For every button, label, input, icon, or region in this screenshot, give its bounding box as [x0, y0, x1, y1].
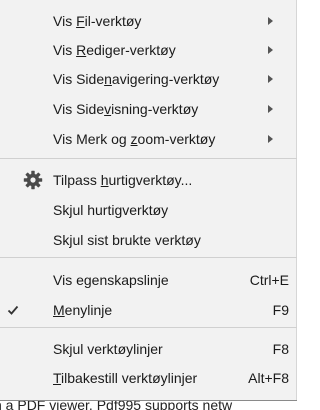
menu-item-show-properties-bar[interactable]: Vis egenskapslinje Ctrl+E — [0, 265, 297, 294]
submenu-arrow-icon — [268, 45, 273, 54]
gear-icon — [22, 169, 44, 191]
menu-item-label: Vis egenskapslinje — [53, 271, 169, 288]
menu-item-menu-bar[interactable]: Menylinje F9 — [0, 295, 297, 324]
menu-item-show-edit-tools[interactable]: Vis Rediger-verktøy — [0, 35, 297, 64]
shortcut-label: Alt+F8 — [248, 369, 289, 386]
menu-item-label: Vis Sidevisning-verktøy — [53, 100, 199, 117]
shortcut-label: Ctrl+E — [249, 271, 289, 288]
menu-item-label: Vis Rediger-verktøy — [53, 41, 176, 58]
menu-item-label: Vis Sidenavigering-verktøy — [53, 70, 220, 87]
menu-separator — [0, 327, 297, 328]
menu-item-label: Tilbakestill verktøylinjer — [53, 369, 198, 386]
menu-item-label: Vis Merk og zoom-verktøy — [53, 130, 216, 147]
toolbar-context-menu: Vis Fil-verktøy Vis Rediger-verktøy Vis … — [0, 0, 297, 401]
menu-item-hide-recent-tools[interactable]: Skjul sist brukte verktøy — [0, 225, 297, 254]
menu-item-show-file-tools[interactable]: Vis Fil-verktøy — [0, 6, 297, 35]
menu-item-reset-toolbars[interactable]: Tilbakestill verktøylinjer Alt+F8 — [0, 363, 297, 392]
menu-item-hide-quick-tools[interactable]: Skjul hurtigverktøy — [0, 195, 297, 224]
menu-item-show-page-display-tools[interactable]: Vis Sidevisning-verktøy — [0, 94, 297, 123]
checkmark-icon — [2, 299, 24, 321]
menu-item-label: Menylinje — [53, 301, 113, 318]
submenu-arrow-icon — [268, 16, 273, 25]
shortcut-label: F8 — [272, 340, 289, 357]
menu-item-customize-quick-tools[interactable]: Tilpass hurtigverktøy... — [0, 165, 297, 194]
submenu-arrow-icon — [268, 74, 273, 83]
menu-item-hide-toolbars[interactable]: Skjul verktøylinjer F8 — [0, 334, 297, 363]
menu-separator — [0, 158, 297, 159]
menu-item-label: Skjul sist brukte verktøy — [53, 231, 201, 248]
menu-item-label: Tilpass hurtigverktøy... — [53, 171, 193, 188]
menu-item-show-select-zoom-tools[interactable]: Vis Merk og zoom-verktøy — [0, 124, 297, 153]
shortcut-label: F9 — [272, 301, 289, 318]
submenu-arrow-icon — [268, 134, 273, 143]
menu-item-label: Skjul hurtigverktøy — [53, 201, 169, 218]
submenu-arrow-icon — [268, 104, 273, 113]
menu-item-show-page-navigation-tools[interactable]: Vis Sidenavigering-verktøy — [0, 64, 297, 93]
menu-item-label: Skjul verktøylinjer — [53, 340, 163, 357]
menu-separator — [0, 257, 297, 258]
menu-item-label: Vis Fil-verktøy — [53, 12, 142, 29]
